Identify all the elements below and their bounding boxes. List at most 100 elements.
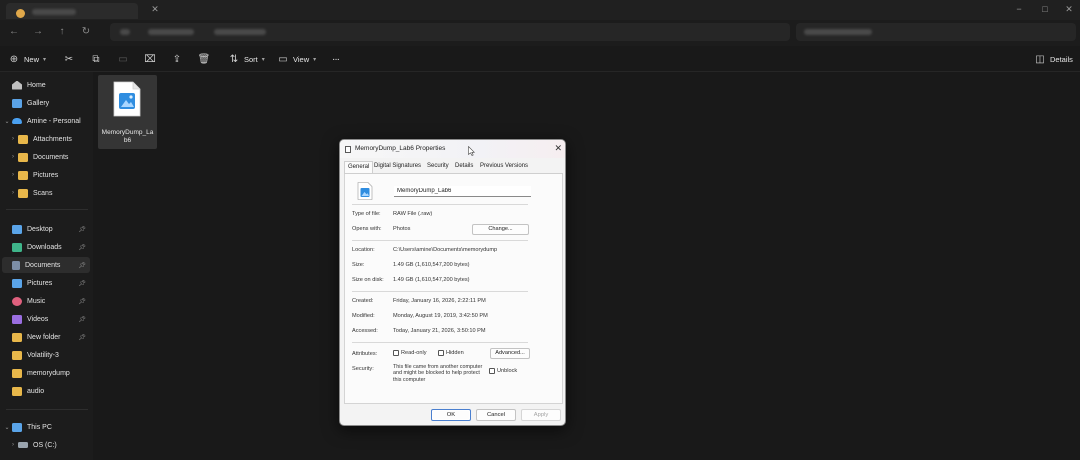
- sidebar-item-label: Gallery: [27, 99, 50, 107]
- sidebar-item-scans[interactable]: › Scans: [8, 185, 96, 201]
- sidebar-item-attachments[interactable]: › Attachments: [8, 131, 96, 147]
- sidebar-item-os-drive[interactable]: › OS (C:): [8, 437, 96, 453]
- address-bar[interactable]: [110, 23, 790, 41]
- minimize-button[interactable]: −: [1014, 4, 1024, 14]
- share-button[interactable]: ⇪: [171, 51, 183, 67]
- chevron-right-icon[interactable]: ›: [8, 190, 18, 196]
- window-tab[interactable]: [6, 3, 138, 19]
- chevron-down-icon[interactable]: ⌄: [2, 424, 12, 431]
- rename-button[interactable]: ⌧: [144, 51, 156, 67]
- checkbox-box[interactable]: [393, 350, 399, 356]
- checkbox-box[interactable]: [489, 368, 495, 374]
- sidebar-item-pictures-onedrive[interactable]: › Pictures: [8, 167, 96, 183]
- cancel-button[interactable]: Cancel: [476, 409, 516, 421]
- pin-icon[interactable]: 📌︎: [78, 334, 86, 341]
- close-window-button[interactable]: ✕: [1064, 4, 1074, 14]
- properties-dialog: MemoryDump_Lab6 Properties ✕ General Dig…: [339, 139, 566, 426]
- size-on-disk-label: Size on disk:: [352, 277, 384, 283]
- chevron-right-icon[interactable]: ›: [8, 442, 18, 448]
- sidebar-item-gallery[interactable]: Gallery: [2, 95, 90, 111]
- file-name-field[interactable]: [394, 186, 531, 197]
- pin-icon[interactable]: 📌︎: [78, 316, 86, 323]
- pin-icon[interactable]: 📌︎: [78, 280, 86, 287]
- location-value: C:\Users\amine\Documents\memorydump: [393, 247, 498, 253]
- chevron-down-icon[interactable]: ⌄: [2, 118, 12, 125]
- up-icon[interactable]: ↑: [56, 26, 68, 38]
- modified-value: Monday, August 19, 2019, 3:42:50 PM: [393, 313, 488, 319]
- copy-icon: ⧉: [92, 53, 100, 65]
- search-input[interactable]: [796, 23, 1076, 41]
- refresh-icon[interactable]: ↻: [80, 26, 92, 38]
- sidebar-item-this-pc[interactable]: ⌄ This PC: [2, 419, 90, 435]
- maximize-button[interactable]: □: [1040, 4, 1050, 14]
- accessed-label: Accessed:: [352, 328, 378, 334]
- sidebar-item-label: Volatility-3: [27, 351, 59, 359]
- tab-previous-versions[interactable]: Previous Versions: [480, 163, 528, 169]
- sidebar-item-label: Documents: [25, 261, 61, 269]
- title-bar: ✕ − □ ✕: [0, 0, 1080, 20]
- sidebar-item-documents[interactable]: Documents 📌︎: [2, 257, 90, 273]
- details-pane-button[interactable]: ◫ Details: [1034, 51, 1073, 67]
- folder-app-icon: [16, 9, 25, 18]
- back-icon[interactable]: ←: [8, 26, 20, 38]
- sidebar-item-volatility[interactable]: Volatility-3: [2, 347, 90, 363]
- hidden-checkbox[interactable]: Hidden: [438, 350, 464, 356]
- sidebar-item-audio[interactable]: audio: [2, 383, 90, 399]
- gallery-icon: [12, 98, 22, 108]
- view-button[interactable]: ▭ View ▾: [277, 51, 316, 67]
- chevron-right-icon[interactable]: ›: [8, 172, 18, 178]
- view-label: View: [293, 54, 310, 64]
- tab-security[interactable]: Security: [427, 163, 449, 169]
- cloud-icon: [12, 118, 22, 124]
- tab-general[interactable]: General: [344, 161, 374, 173]
- security-warning-text: This file came from another computer and…: [393, 364, 483, 383]
- sidebar-item-videos[interactable]: Videos 📌︎: [2, 311, 90, 327]
- copy-button[interactable]: ⧉: [90, 51, 102, 67]
- file-item[interactable]: MemoryDump_Lab6: [98, 75, 157, 149]
- chevron-down-icon: ▾: [313, 56, 317, 63]
- pin-icon[interactable]: 📌︎: [78, 298, 86, 305]
- created-label: Created:: [352, 298, 374, 304]
- sidebar-item-documents-onedrive[interactable]: › Documents: [8, 149, 96, 165]
- search-placeholder: [804, 29, 872, 35]
- cut-button[interactable]: ✂: [63, 51, 75, 67]
- accessed-value: Today, January 21, 2026, 3:50:10 PM: [393, 328, 486, 334]
- sidebar-item-downloads[interactable]: Downloads 📌︎: [2, 239, 90, 255]
- sidebar-item-desktop[interactable]: Desktop 📌︎: [2, 221, 90, 237]
- sort-button[interactable]: ⇅ Sort ▾: [228, 51, 265, 67]
- pin-icon[interactable]: 📌︎: [78, 244, 86, 251]
- advanced-button[interactable]: Advanced...: [490, 348, 530, 359]
- sidebar-item-label: Pictures: [27, 279, 53, 287]
- new-button[interactable]: ⊕ New ▾: [8, 51, 46, 67]
- close-tab-icon[interactable]: ✕: [150, 4, 160, 14]
- close-icon[interactable]: ✕: [554, 143, 562, 154]
- ok-button[interactable]: OK: [431, 409, 471, 421]
- tab-details[interactable]: Details: [455, 163, 473, 169]
- unblock-checkbox[interactable]: Unblock: [489, 368, 517, 374]
- tab-digital-signatures[interactable]: Digital Signatures: [374, 163, 421, 169]
- file-list[interactable]: [93, 72, 1080, 460]
- checkbox-box[interactable]: [438, 350, 444, 356]
- dialog-title-bar[interactable]: MemoryDump_Lab6 Properties ✕: [340, 140, 565, 158]
- forward-icon[interactable]: →: [32, 26, 44, 38]
- sidebar-item-memorydump[interactable]: memorydump: [2, 365, 90, 381]
- pin-icon[interactable]: 📌︎: [78, 226, 86, 233]
- size-value: 1.49 GB (1,610,547,200 bytes): [393, 262, 470, 268]
- chevron-right-icon[interactable]: ›: [8, 154, 18, 160]
- sidebar-item-onedrive[interactable]: ⌄ Amine - Personal: [2, 113, 90, 129]
- type-label: Type of file:: [352, 211, 381, 217]
- sidebar-item-pictures[interactable]: Pictures 📌︎: [2, 275, 90, 291]
- apply-button[interactable]: Apply: [521, 409, 561, 421]
- pin-icon[interactable]: 📌︎: [78, 262, 86, 269]
- more-options-button[interactable]: ···: [332, 51, 340, 67]
- sidebar-item-new-folder[interactable]: New folder 📌︎: [2, 329, 90, 345]
- sidebar-item-music[interactable]: Music 📌︎: [2, 293, 90, 309]
- chevron-right-icon[interactable]: ›: [8, 136, 18, 142]
- sidebar-item-home[interactable]: Home: [2, 77, 90, 93]
- paste-button[interactable]: ▭: [117, 51, 129, 67]
- downloads-icon: [12, 242, 22, 252]
- delete-button[interactable]: 🗑︎: [198, 51, 211, 67]
- change-button[interactable]: Change...: [472, 224, 529, 235]
- hidden-label: Hidden: [446, 350, 464, 356]
- readonly-checkbox[interactable]: Read-only: [393, 350, 427, 356]
